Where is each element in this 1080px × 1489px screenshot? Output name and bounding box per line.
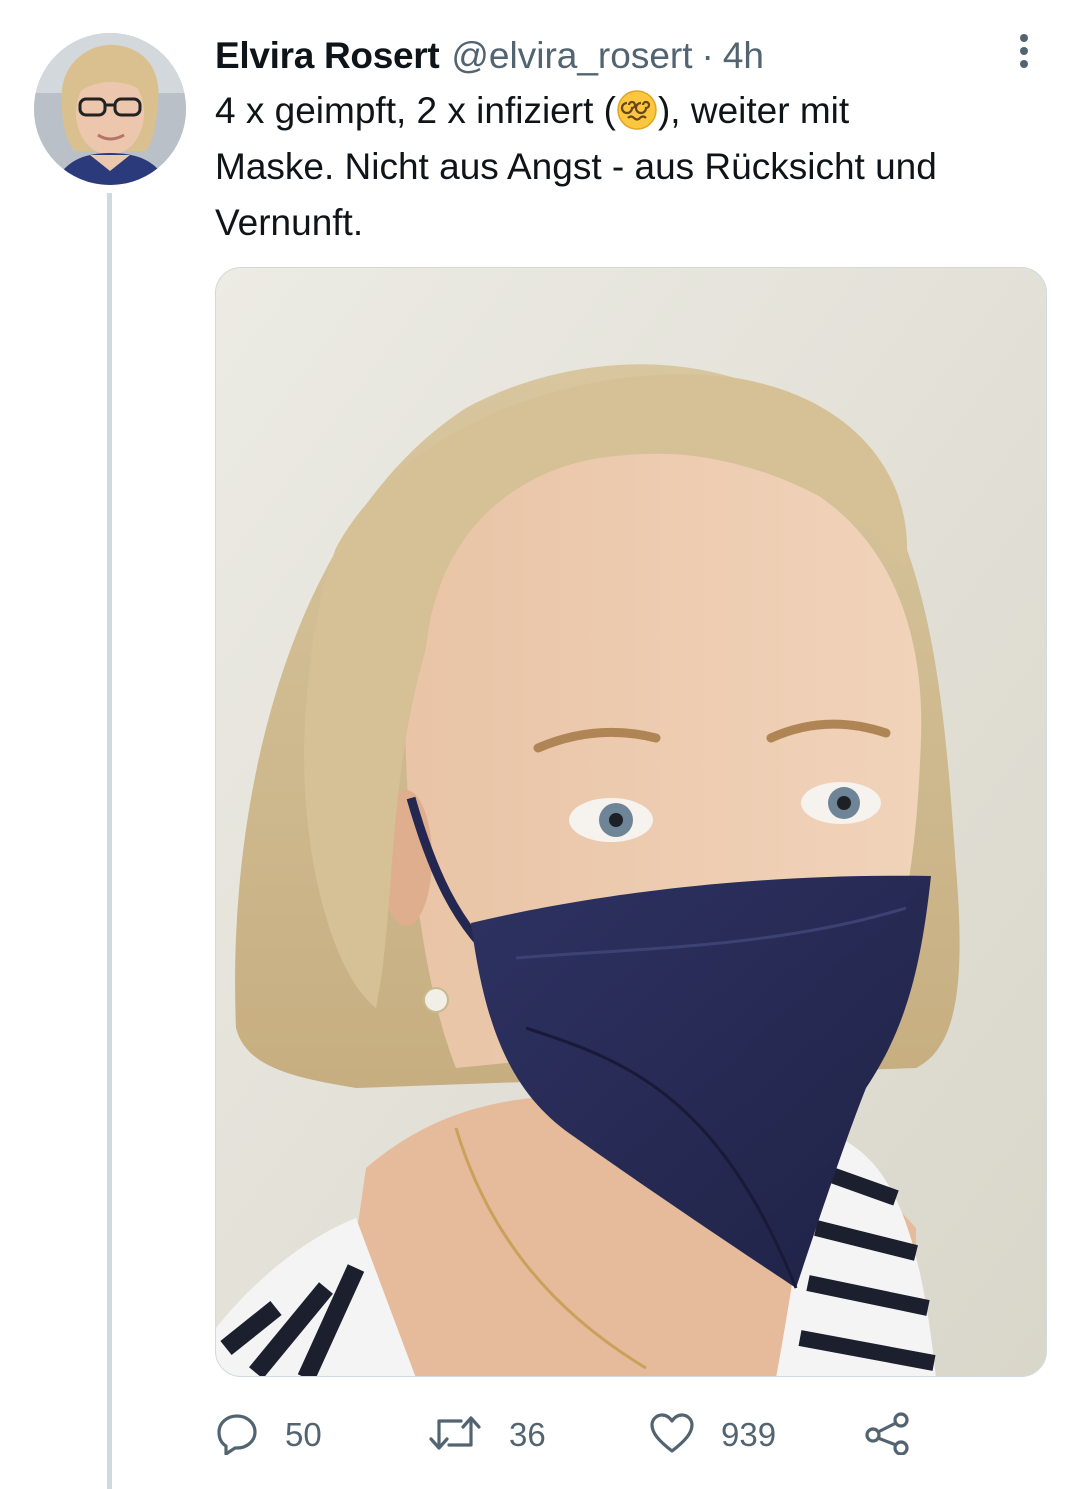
thread-line (107, 193, 112, 1489)
tweet-actions: 50 36 939 (215, 1405, 1055, 1465)
reply-icon (215, 1411, 259, 1460)
author-display-name[interactable]: Elvira Rosert (215, 35, 440, 77)
tweet-text-segment: 4 x geimpft, 2 x infiziert ( (215, 90, 616, 131)
heart-icon (649, 1411, 695, 1460)
tweet-text-segment: ), weiter mit (657, 90, 850, 131)
author-avatar[interactable] (34, 33, 186, 185)
tweet-text: 4 x geimpft, 2 x infiziert ( ), weiter m… (215, 83, 1065, 251)
more-options-icon[interactable] (1000, 30, 1048, 74)
retweet-count: 36 (509, 1416, 546, 1453)
tweet-text-line-3: Vernunft. (215, 202, 364, 243)
tweet-text-line-2: Maske. Nicht aus Angst - aus Rücksicht u… (215, 146, 937, 187)
retweet-icon (427, 1411, 483, 1460)
like-button[interactable]: 939 (649, 1405, 776, 1465)
tweet[interactable]: Elvira Rosert @elvira_rosert · 4h 4 x ge… (0, 0, 1080, 1489)
reply-button[interactable]: 50 (215, 1405, 322, 1465)
tweet-text-line-1: 4 x geimpft, 2 x infiziert ( ), weiter m… (215, 83, 1065, 139)
like-count: 939 (721, 1416, 777, 1453)
author-handle[interactable]: @elvira_rosert (451, 35, 692, 77)
dizzy-face-emoji-icon (617, 90, 657, 130)
tweet-photo[interactable] (215, 267, 1047, 1377)
reply-count: 50 (285, 1416, 322, 1453)
tweet-timestamp[interactable]: 4h (723, 35, 764, 77)
retweet-button[interactable]: 36 (427, 1405, 546, 1465)
share-icon (863, 1411, 911, 1460)
header-separator: · (701, 35, 714, 76)
share-button[interactable] (863, 1405, 911, 1465)
tweet-header: Elvira Rosert @elvira_rosert · 4h (215, 30, 764, 82)
